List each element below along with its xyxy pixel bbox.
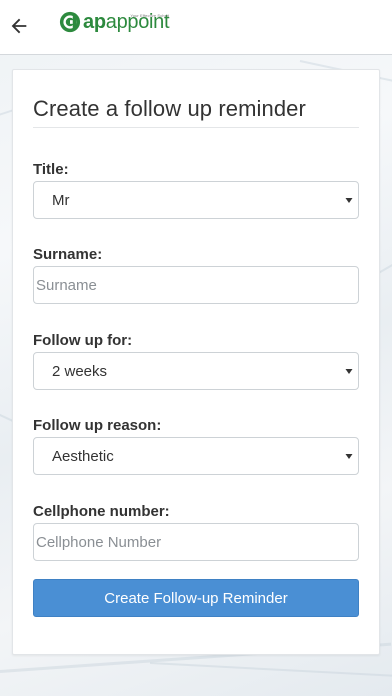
- app-logo: apappoint Your Effective Sched: [59, 9, 170, 35]
- follow-up-for-select[interactable]: 2 weeks: [33, 352, 359, 390]
- arrow-left-icon: [11, 18, 27, 34]
- create-follow-up-reminder-button[interactable]: Create Follow-up Reminder: [33, 579, 359, 617]
- back-button[interactable]: [6, 13, 32, 39]
- follow-up-for-field-label: Follow up for:: [33, 332, 133, 349]
- cellphone-input[interactable]: [34, 524, 358, 560]
- page-title: Create a follow up reminder: [33, 96, 306, 121]
- follow-up-for-select-value: 2 weeks: [52, 363, 108, 380]
- title-divider: [33, 127, 359, 128]
- surname-field-label: Surname:: [33, 246, 103, 263]
- caret-down-icon: [345, 454, 353, 459]
- logo-tagline: Your Effective Sched: [130, 13, 170, 18]
- follow-up-reason-select-value: Aesthetic: [52, 448, 114, 465]
- title-field-label: Title:: [33, 161, 69, 178]
- surname-input[interactable]: [34, 267, 358, 303]
- logo-text: apappoint Your Effective Sched: [83, 11, 170, 33]
- title-select[interactable]: Mr: [33, 181, 359, 219]
- follow-up-form-card: Create a follow up reminder Title: Mr Su…: [12, 69, 380, 655]
- title-select-value: Mr: [52, 192, 70, 209]
- caret-down-icon: [345, 369, 353, 374]
- follow-up-reason-field-label: Follow up reason:: [33, 417, 162, 434]
- surname-field: [33, 266, 359, 304]
- cellphone-field-label: Cellphone number:: [33, 503, 170, 520]
- caret-down-icon: [345, 198, 353, 203]
- app-header: apappoint Your Effective Sched: [0, 0, 392, 55]
- follow-up-reason-select[interactable]: Aesthetic: [33, 437, 359, 475]
- cellphone-field: [33, 523, 359, 561]
- apappoint-logo-icon: [59, 11, 81, 33]
